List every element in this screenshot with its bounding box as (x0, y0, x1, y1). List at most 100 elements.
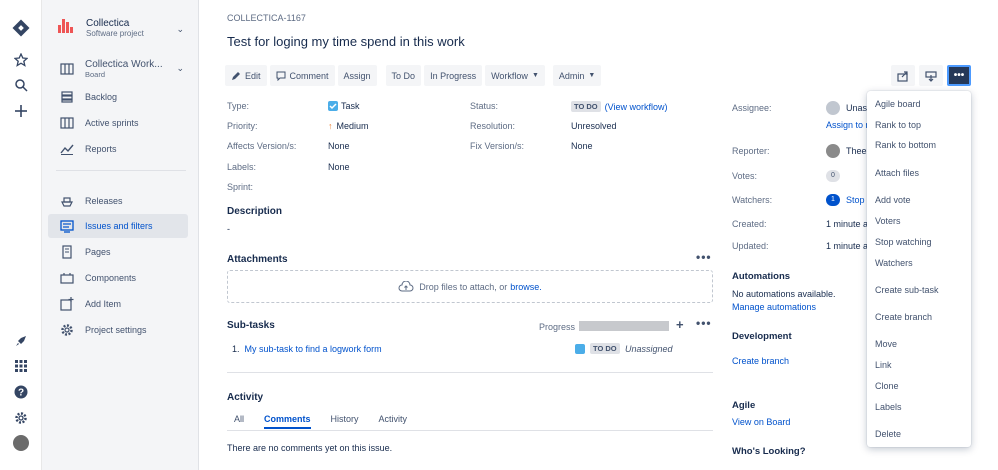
rocket-icon[interactable] (11, 330, 31, 350)
browse-link[interactable]: browse. (510, 282, 542, 292)
resolution-label: Resolution: (470, 121, 516, 131)
sidebar-item-project-settings[interactable]: Project settings (48, 318, 188, 342)
component-icon (60, 273, 74, 284)
assign-button[interactable]: Assign (337, 65, 377, 86)
subtask-row[interactable]: 1. My sub-task to find a logwork form (232, 344, 382, 354)
menu-item-attach-files[interactable]: Attach files (875, 168, 919, 178)
automations-text: No automations available. (732, 289, 836, 299)
menu-item-rank-to-top[interactable]: Rank to top (875, 120, 921, 130)
jira-logo-icon[interactable] (11, 18, 31, 38)
menu-item-agile-board[interactable]: Agile board (875, 99, 921, 109)
menu-item-create-branch[interactable]: Create branch (875, 312, 932, 322)
attachments-more-icon[interactable]: ••• (696, 250, 712, 264)
project-sidebar: Collectica Software project ⌄ Collectica… (42, 0, 199, 470)
menu-item-link[interactable]: Link (875, 360, 892, 370)
more-actions-button[interactable]: ••• (947, 65, 971, 86)
menu-item-rank-to-bottom[interactable]: Rank to bottom (875, 140, 936, 150)
sidebar-item-issues-and-filters[interactable]: Issues and filters (48, 214, 188, 238)
menu-item-watchers[interactable]: Watchers (875, 258, 913, 268)
sidebar-item-label: Releases (85, 196, 123, 206)
global-navigation: ? (0, 0, 42, 470)
comment-button[interactable]: Comment (269, 65, 335, 86)
menu-item-delete[interactable]: Delete (875, 429, 901, 439)
created-value: 1 minute a (826, 219, 869, 229)
stop-watching-link[interactable]: Stop (846, 195, 865, 205)
todo-button[interactable]: To Do (385, 65, 422, 86)
subtasks-progress-bar (579, 321, 669, 331)
sprint-label: Sprint: (227, 182, 254, 192)
app-switcher-icon[interactable] (11, 356, 31, 376)
sidebar-item-add-item[interactable]: Add Item (48, 292, 188, 316)
comment-icon (276, 71, 286, 81)
tab-activity[interactable]: Activity (379, 414, 408, 429)
create-branch-link[interactable]: Create branch (732, 356, 789, 366)
admin-dropdown[interactable]: Admin ▼ (552, 65, 602, 86)
menu-item-stop-watching[interactable]: Stop watching (875, 237, 932, 247)
subtasks-more-icon[interactable]: ••• (696, 316, 712, 330)
assignee-value[interactable]: Unass (826, 101, 872, 115)
workflow-dropdown[interactable]: Workflow ▼ (485, 65, 545, 86)
tab-all[interactable]: All (234, 414, 244, 429)
agile-title: Agile (732, 400, 756, 411)
subtask-type-icon (575, 344, 585, 354)
view-workflow-link[interactable]: (View workflow) (605, 102, 668, 112)
affects-version-value[interactable]: None (328, 141, 350, 151)
created-label: Created: (732, 219, 767, 229)
status-value: TO DO (View workflow) (571, 101, 667, 112)
view-on-board-link[interactable]: View on Board (732, 417, 790, 427)
sidebar-item-backlog[interactable]: Backlog (48, 85, 188, 109)
share-button[interactable] (891, 65, 915, 86)
export-button[interactable] (919, 65, 943, 86)
menu-item-labels[interactable]: Labels (875, 402, 902, 412)
attachment-dropzone[interactable]: Drop files to attach, or browse. (227, 270, 713, 303)
type-value[interactable]: Task (328, 101, 360, 111)
board-selector[interactable]: Collectica Work... Board (60, 59, 190, 79)
assign-to-me-link[interactable]: Assign to m (826, 120, 873, 130)
create-icon[interactable] (11, 101, 31, 121)
menu-item-create-sub-task[interactable]: Create sub-task (875, 285, 939, 295)
divider (227, 430, 713, 431)
sidebar-item-active-sprints[interactable]: Active sprints (48, 111, 188, 135)
project-header[interactable]: Collectica Software project (56, 17, 144, 39)
starred-icon[interactable] (11, 50, 31, 70)
issue-key[interactable]: COLLECTICA-1167 (227, 13, 306, 23)
sidebar-item-label: Issues and filters (85, 221, 153, 231)
menu-item-voters[interactable]: Voters (875, 216, 901, 226)
manage-automations-link[interactable]: Manage automations (732, 302, 816, 312)
issue-title[interactable]: Test for loging my time spend in this wo… (227, 34, 465, 49)
reporter-value[interactable]: Thee (826, 144, 867, 158)
profile-avatar[interactable] (11, 433, 31, 453)
watchers-label: Watchers: (732, 195, 773, 205)
in-progress-button[interactable]: In Progress (424, 65, 483, 86)
priority-label: Priority: (227, 121, 258, 131)
sidebar-item-releases[interactable]: Releases (48, 189, 188, 213)
labels-value[interactable]: None (328, 162, 350, 172)
sidebar-item-components[interactable]: Components (48, 266, 188, 290)
chevron-down-icon[interactable]: ⌄ (176, 24, 184, 35)
tab-comments[interactable]: Comments (264, 414, 311, 429)
subtask-assignee: Unassigned (625, 344, 673, 354)
fix-version-value[interactable]: None (571, 141, 593, 151)
affects-version-label: Affects Version/s: (227, 141, 297, 151)
menu-item-clone[interactable]: Clone (875, 381, 899, 391)
sidebar-item-reports[interactable]: Reports (48, 137, 188, 161)
watchers-value[interactable]: 1 Stop (826, 194, 865, 206)
menu-item-add-vote[interactable]: Add vote (875, 195, 911, 205)
search-icon[interactable] (11, 75, 31, 95)
export-icon (925, 70, 937, 82)
priority-value[interactable]: ↑ Medium (328, 121, 369, 131)
tab-history[interactable]: History (331, 414, 359, 429)
help-icon[interactable]: ? (11, 382, 31, 402)
menu-item-move[interactable]: Move (875, 339, 897, 349)
project-name: Collectica (86, 18, 130, 29)
edit-button[interactable]: Edit (225, 65, 267, 86)
add-subtask-icon[interactable]: + (676, 317, 684, 332)
sidebar-item-pages[interactable]: Pages (48, 240, 188, 264)
subtask-summary-link[interactable]: My sub-task to find a logwork form (245, 344, 382, 354)
settings-icon[interactable] (11, 408, 31, 428)
cloud-upload-icon (398, 280, 414, 291)
description-value[interactable]: - (227, 224, 230, 234)
project-logo (56, 17, 78, 39)
chevron-down-icon[interactable]: ⌄ (176, 63, 184, 74)
votes-value[interactable]: 0 (826, 170, 846, 182)
